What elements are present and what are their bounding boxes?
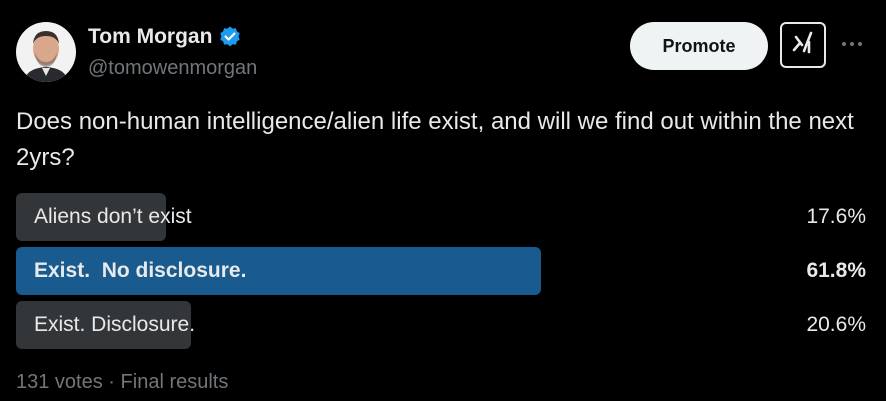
poll-option-label: Aliens don’t exist (34, 205, 192, 228)
poll-option-label: Exist. No disclosure. (34, 259, 247, 282)
poll-option[interactable]: Exist. Disclosure. 20.6% (16, 301, 866, 349)
poll-option-percent: 20.6% (806, 313, 866, 336)
author-handle[interactable]: @tomowenmorgan (88, 56, 257, 80)
tweet-text: Does non-human intelligence/alien life e… (16, 108, 854, 171)
poll-option[interactable]: Aliens don’t exist 17.6% (16, 193, 866, 241)
poll-option-percent: 17.6% (806, 205, 866, 228)
promote-button[interactable]: Promote (630, 22, 768, 70)
verified-badge-icon (218, 25, 242, 49)
grok-icon (789, 29, 817, 62)
more-options-button[interactable] (838, 30, 866, 58)
avatar[interactable] (16, 22, 76, 82)
poll-status: Final results (120, 371, 229, 393)
poll-option[interactable]: Exist. No disclosure. 61.8% (16, 247, 866, 295)
poll: Aliens don’t exist 17.6% Exist. No discl… (16, 193, 866, 355)
avatar-image (16, 22, 76, 82)
poll-option-percent: 61.8% (806, 259, 866, 282)
grok-button[interactable] (780, 22, 826, 68)
author-name[interactable]: Tom Morgan (88, 24, 212, 50)
poll-footer-separator: · (108, 371, 115, 393)
poll-vote-count: 131 votes (16, 371, 103, 393)
poll-option-label: Exist. Disclosure. (34, 313, 196, 336)
poll-footer: 131 votes · Final results (16, 369, 228, 395)
more-icon (840, 35, 864, 53)
author-name-row: Tom Morgan (88, 24, 242, 50)
